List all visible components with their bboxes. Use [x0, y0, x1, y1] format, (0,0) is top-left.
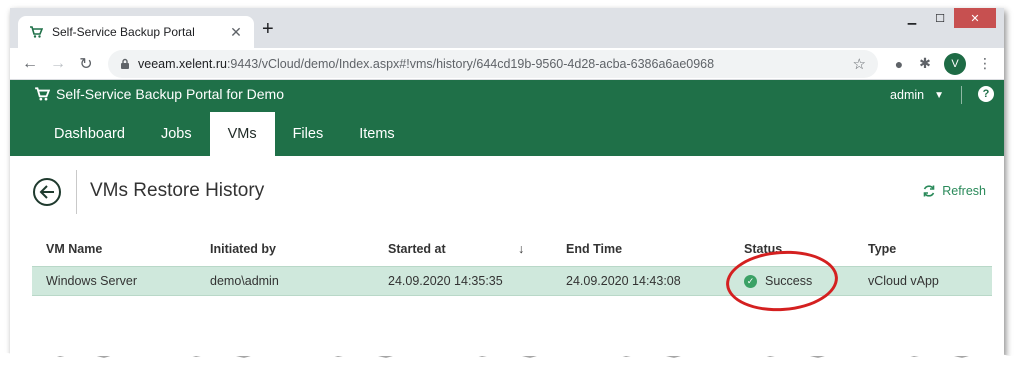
arrow-left-icon — [39, 185, 54, 199]
app-title: Self-Service Backup Portal for Demo — [34, 86, 284, 102]
nav-item-items[interactable]: Items — [341, 112, 412, 156]
window-controls: ▁ ☐ ✕ — [898, 8, 996, 28]
nav-item-jobs[interactable]: Jobs — [143, 112, 210, 156]
torn-edge — [0, 350, 1024, 373]
browser-titlebar: Self-Service Backup Portal ✕ + ▁ ☐ ✕ — [10, 8, 1004, 48]
extension-circle-icon[interactable]: ● — [886, 51, 912, 77]
sort-arrow-icon[interactable]: ↓ — [518, 242, 566, 256]
column-header-initiated-by[interactable]: Initiated by — [210, 242, 388, 256]
app-title-text: Self-Service Backup Portal for Demo — [56, 86, 284, 102]
extensions-puzzle-icon[interactable]: ✱ — [912, 51, 938, 77]
forward-arrow-icon[interactable]: → — [44, 50, 72, 78]
browser-tab[interactable]: Self-Service Backup Portal ✕ — [18, 16, 254, 48]
cart-favicon-icon — [28, 24, 44, 40]
minimize-icon[interactable]: ▁ — [898, 8, 926, 28]
column-header-started-at[interactable]: Started at — [388, 242, 518, 256]
url-host: veeam.xelent.ru — [138, 56, 227, 71]
nav-item-vms[interactable]: VMs — [209, 112, 275, 156]
maximize-icon[interactable]: ☐ — [926, 8, 954, 28]
browser-toolbar: ← → ↻ veeam.xelent.ru:9443/vCloud/demo/I… — [10, 48, 1004, 80]
new-tab-icon[interactable]: + — [262, 19, 274, 39]
browser-window: Self-Service Backup Portal ✕ + ▁ ☐ ✕ ← →… — [10, 8, 1004, 356]
tab-title: Self-Service Backup Portal — [52, 25, 195, 39]
table-header: VM Name Initiated by Started at ↓ End Ti… — [32, 232, 992, 266]
window-close-icon[interactable]: ✕ — [954, 8, 996, 28]
profile-avatar[interactable]: V — [944, 52, 966, 75]
cart-logo-icon — [34, 86, 50, 102]
table-row[interactable]: Windows Server demo\admin 24.09.2020 14:… — [32, 266, 992, 296]
tab-close-icon[interactable]: ✕ — [228, 24, 244, 41]
header-divider — [961, 86, 962, 104]
cell-initiated-by: demo\admin — [210, 274, 279, 288]
url-text: veeam.xelent.ru:9443/vCloud/demo/Index.a… — [138, 57, 853, 71]
main-nav: Dashboard Jobs VMs Files Items — [36, 112, 413, 156]
user-menu[interactable]: admin ▼ — [890, 88, 944, 102]
cell-end-time: 24.09.2020 14:43:08 — [566, 274, 681, 288]
cell-started-at: 24.09.2020 14:35:35 — [388, 274, 503, 288]
back-button[interactable] — [33, 178, 61, 206]
refresh-icon — [922, 184, 936, 198]
browser-menu-icon[interactable]: ⋮ — [972, 51, 998, 77]
title-divider — [76, 170, 77, 214]
url-path: :9443/vCloud/demo/Index.aspx#!vms/histor… — [226, 56, 715, 71]
cell-vm-name: Windows Server — [46, 274, 137, 288]
nav-item-files[interactable]: Files — [275, 112, 342, 156]
lock-icon — [120, 58, 130, 70]
refresh-button[interactable]: Refresh — [922, 184, 986, 198]
column-header-end-time[interactable]: End Time — [566, 242, 744, 256]
chevron-down-icon: ▼ — [934, 89, 944, 101]
bookmark-star-icon[interactable]: ☆ — [853, 55, 866, 73]
page-title: VMs Restore History — [90, 180, 265, 201]
address-bar[interactable]: veeam.xelent.ru:9443/vCloud/demo/Index.a… — [108, 49, 878, 78]
cell-type: vCloud vApp — [868, 274, 939, 288]
refresh-label: Refresh — [942, 184, 986, 198]
restore-history-table: VM Name Initiated by Started at ↓ End Ti… — [32, 232, 992, 296]
app-header: Self-Service Backup Portal for Demo admi… — [10, 80, 1004, 156]
column-header-type[interactable]: Type — [868, 242, 992, 256]
reload-icon[interactable]: ↻ — [72, 50, 100, 78]
help-icon[interactable]: ? — [978, 86, 994, 102]
column-header-vm-name[interactable]: VM Name — [32, 242, 210, 256]
back-arrow-icon[interactable]: ← — [16, 50, 44, 78]
user-name: admin — [890, 88, 925, 102]
nav-item-dashboard[interactable]: Dashboard — [36, 112, 143, 156]
page-content: VMs Restore History Refresh VM Name Init… — [10, 156, 1004, 356]
